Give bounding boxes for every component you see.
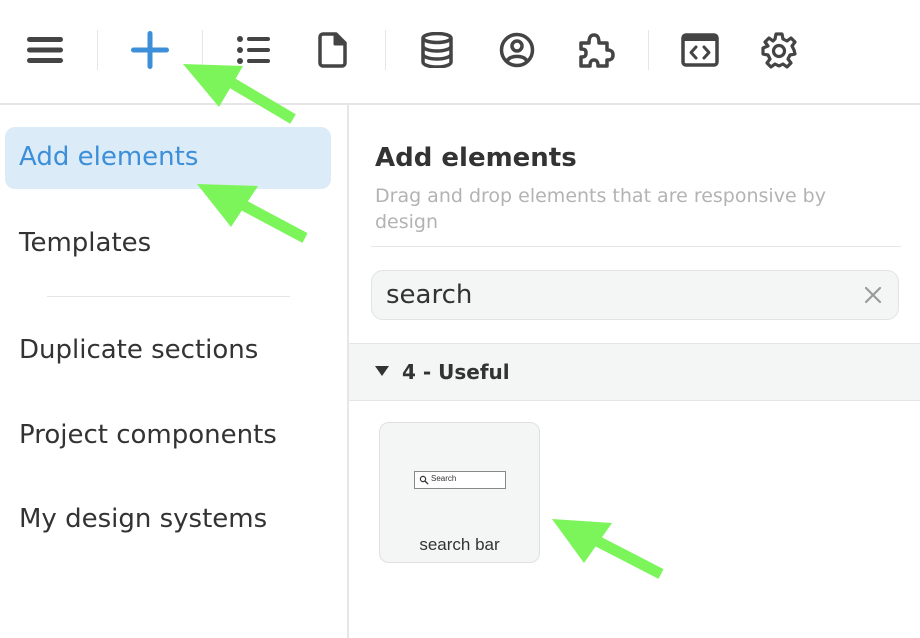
element-card-search-bar[interactable]: Search search bar [379, 422, 540, 563]
database-icon [421, 32, 453, 68]
panel-title: Add elements [375, 143, 577, 173]
database-button[interactable] [414, 27, 460, 73]
plugins-button[interactable] [573, 27, 619, 73]
category-label: 4 - Useful [402, 360, 510, 384]
search-input[interactable] [386, 277, 846, 313]
toolbar-separator [385, 30, 386, 70]
pages-button[interactable] [310, 27, 356, 73]
user-circle-icon [499, 32, 535, 68]
element-card-label: search bar [419, 535, 500, 554]
code-icon [681, 33, 719, 67]
code-button[interactable] [677, 27, 723, 73]
search-field [371, 270, 899, 320]
sidebar-item-add-elements[interactable]: Add elements [5, 127, 331, 189]
left-sidebar: Add elements Templates Duplicate section… [0, 105, 349, 638]
element-preview: Search [414, 471, 506, 489]
panel-divider [371, 246, 901, 247]
sidebar-item-project-components[interactable]: Project components [19, 420, 277, 450]
search-icon [419, 475, 429, 485]
layers-button[interactable] [231, 27, 277, 73]
menu-icon [27, 37, 63, 63]
toolbar-separator [97, 30, 98, 70]
plus-icon [131, 31, 169, 69]
app-window: Add elements Templates Duplicate section… [0, 0, 920, 638]
sidebar-item-my-design-systems[interactable]: My design systems [19, 504, 267, 534]
sidebar-item-label: Add elements [19, 142, 199, 172]
preview-placeholder: Search [431, 474, 457, 483]
sidebar-item-duplicate-sections[interactable]: Duplicate sections [19, 335, 258, 365]
elements-panel: Add elements Drag and drop elements that… [349, 105, 920, 638]
toolbar-separator [648, 30, 649, 70]
add-button[interactable] [127, 27, 173, 73]
page-icon [318, 32, 347, 68]
toolbar-separator [202, 30, 203, 70]
sidebar-divider [47, 296, 290, 297]
account-button[interactable] [494, 27, 540, 73]
panel-subtitle: Drag and drop elements that are responsi… [375, 185, 826, 233]
settings-button[interactable] [756, 27, 802, 73]
category-header[interactable]: 4 - Useful [349, 343, 920, 401]
gear-icon [761, 32, 797, 69]
puzzle-icon [579, 33, 615, 68]
top-toolbar [0, 0, 920, 105]
caret-down-icon [375, 366, 389, 376]
list-icon [237, 36, 270, 64]
clear-search-icon[interactable] [862, 284, 884, 306]
sidebar-item-templates[interactable]: Templates [19, 228, 151, 258]
menu-button[interactable] [22, 27, 68, 73]
